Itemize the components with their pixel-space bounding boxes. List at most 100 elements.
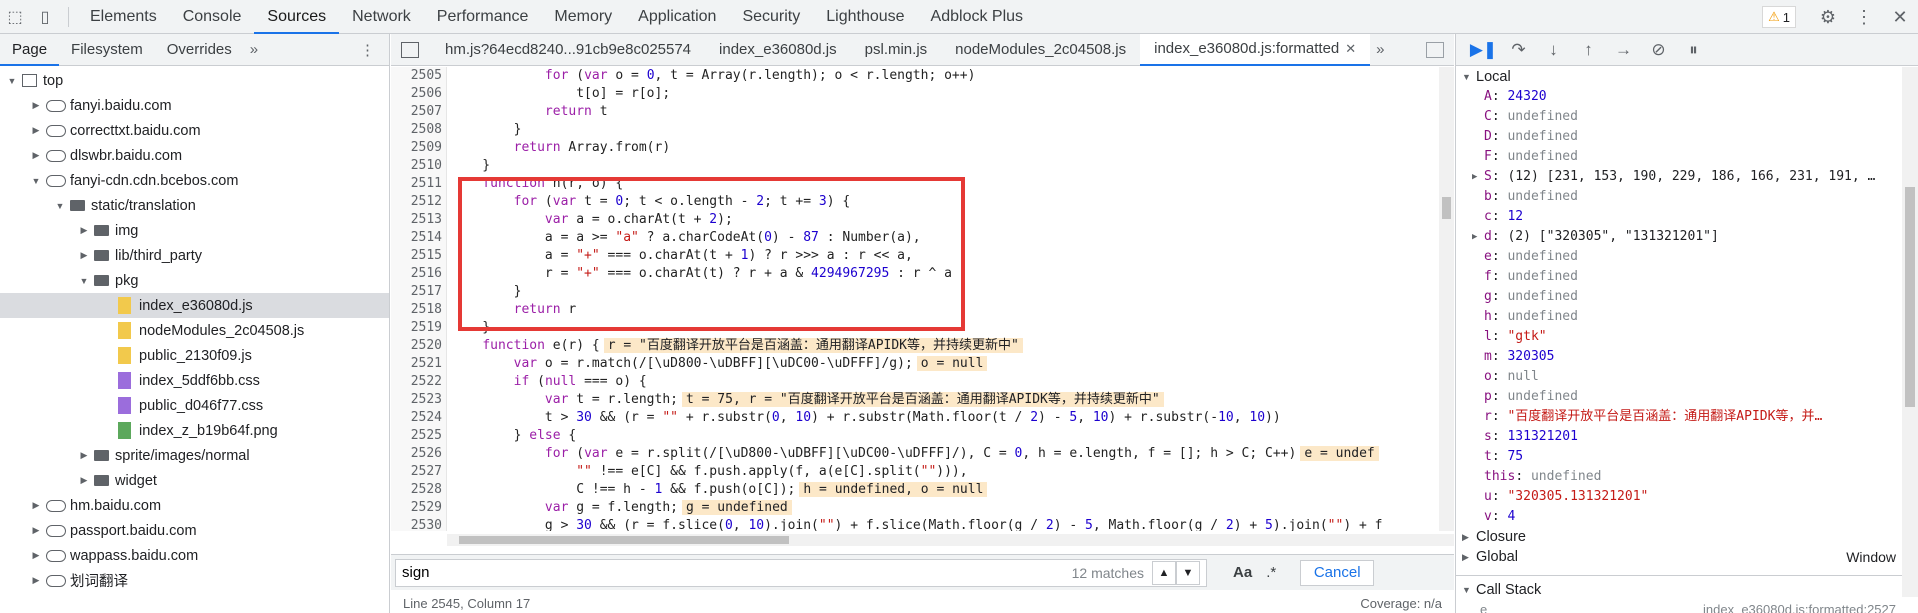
callstack-frame[interactable]: e index_e36080d.js:formatted:2527 [1456,600,1902,613]
line-number[interactable]: 2524 [391,409,446,427]
code-horizontal-scrollbar[interactable] [447,534,1454,546]
collapsed-triangle-icon[interactable]: ▶ [30,100,42,111]
editor-tab[interactable]: index_e36080d.js:formatted ✕ [1140,33,1371,66]
line-number[interactable]: 2528 [391,481,446,499]
line-number[interactable]: 2523 [391,391,446,409]
scope-variable[interactable]: r: "百度翻译开放平台是百涵盖：通用翻译APIDK等，并… [1456,407,1902,427]
step-out-icon[interactable]: ↑ [1571,40,1606,60]
tab-memory[interactable]: Memory [541,0,625,34]
device-toolbar-icon[interactable]: ▯ [30,0,60,34]
scope-variable[interactable]: f: undefined [1456,267,1902,287]
line-number[interactable]: 2511 [391,175,446,193]
line-number[interactable]: 2519 [391,319,446,337]
tab-network[interactable]: Network [339,0,424,34]
scope-variable[interactable]: c: 12 [1456,207,1902,227]
scope-variable[interactable]: F: undefined [1456,147,1902,167]
closure-section-header[interactable]: ▶ Closure [1456,527,1902,547]
editor-tab[interactable]: hm.js?64ecd8240...91cb9e8c025574 [431,34,705,66]
scope-variable[interactable]: ▶ S: (12) [231, 153, 190, 229, 186, 166, … [1456,167,1902,187]
toggle-debugger-icon[interactable] [1426,42,1444,58]
more-tabs-icon[interactable]: » [244,41,264,58]
scope-variable[interactable]: b: undefined [1456,187,1902,207]
tree-item[interactable]: ▶ 划词翻译 [0,568,389,593]
collapsed-triangle-icon[interactable]: ▶ [78,475,90,486]
scope-variable[interactable]: t: 75 [1456,447,1902,467]
code-line[interactable]: g > 30 && (r = f.slice(0, 10).join("") +… [451,517,1441,531]
search-input[interactable] [402,564,1072,581]
editor-tab[interactable]: index_e36080d.js [705,34,851,66]
next-match-button[interactable]: ▼ [1176,560,1200,585]
tab-overrides[interactable]: Overrides [155,34,244,66]
line-number[interactable]: 2508 [391,121,446,139]
code-line[interactable]: if (null === o) { [451,373,1441,391]
tree-item[interactable]: ▶ hm.baidu.com [0,493,389,518]
line-number[interactable]: 2514 [391,229,446,247]
tab-elements[interactable]: Elements [77,0,170,34]
tree-item[interactable]: index_z_b19b64f.png [0,418,389,443]
tab-security[interactable]: Security [729,0,813,34]
line-number[interactable]: 2518 [391,301,446,319]
code-line[interactable]: return t [451,103,1441,121]
line-number[interactable]: 2505 [391,67,446,85]
line-number[interactable]: 2516 [391,265,446,283]
code-line[interactable]: function e(r) {r = "百度翻译开放平台是百涵盖：通用翻译API… [451,337,1441,355]
tree-item[interactable]: ▶ correcttxt.baidu.com [0,118,389,143]
collapsed-triangle-icon[interactable]: ▶ [30,525,42,536]
tab-console[interactable]: Console [170,0,255,34]
code-line[interactable]: "" !== e[C] && f.push.apply(f, a(e[C].sp… [451,463,1441,481]
collapsed-triangle-icon[interactable]: ▶ [1472,167,1477,187]
scrollbar-thumb[interactable] [1442,197,1451,219]
editor-tab[interactable]: psl.min.js [851,34,942,66]
global-section-header[interactable]: ▶ Global Window [1456,547,1902,567]
navigator-menu-icon[interactable]: ⋮ [360,41,375,59]
cancel-search-button[interactable]: Cancel [1300,559,1375,586]
tree-item[interactable]: public_d046f77.css [0,393,389,418]
local-section-header[interactable]: ▼ Local [1456,67,1902,87]
collapsed-triangle-icon[interactable]: ▶ [30,150,42,161]
line-number[interactable]: 2525 [391,427,446,445]
close-devtools-icon[interactable]: ✕ [1882,7,1918,28]
scrollbar-thumb[interactable] [459,536,789,544]
tree-item[interactable]: ▼ static/translation [0,193,389,218]
tree-item[interactable]: ▼ fanyi-cdn.cdn.bcebos.com [0,168,389,193]
scope-variable[interactable]: p: undefined [1456,387,1902,407]
code-line[interactable]: var g = f.length; g = undefined [451,499,1441,517]
line-number[interactable]: 2507 [391,103,446,121]
step-over-icon[interactable]: ↷ [1501,40,1536,60]
regex-button[interactable]: .* [1266,564,1276,581]
expanded-triangle-icon[interactable]: ▼ [54,201,66,211]
scope-variable[interactable]: C: undefined [1456,107,1902,127]
more-options-icon[interactable]: ⋮ [1846,7,1882,28]
tree-item[interactable]: index_e36080d.js [0,293,389,318]
tree-item[interactable]: ▼ pkg [0,268,389,293]
scope-variable[interactable]: h: undefined [1456,307,1902,327]
tree-item[interactable]: ▶ sprite/images/normal [0,443,389,468]
scope-variable[interactable]: m: 320305 [1456,347,1902,367]
scope-variable[interactable]: e: undefined [1456,247,1902,267]
code-line[interactable]: t > 30 && (r = "" + r.substr(0, 10) + r.… [451,409,1441,427]
tab-lighthouse[interactable]: Lighthouse [813,0,917,34]
scope-variable[interactable]: u: "320305.131321201" [1456,487,1902,507]
line-number[interactable]: 2512 [391,193,446,211]
expanded-triangle-icon[interactable]: ▼ [30,176,42,186]
scope-variable[interactable]: v: 4 [1456,507,1902,527]
callstack-section-header[interactable]: ▼ Call Stack [1456,580,1902,600]
collapsed-triangle-icon[interactable]: ▶ [78,450,90,461]
line-number[interactable]: 2520 [391,337,446,355]
line-number[interactable]: 2521 [391,355,446,373]
match-case-button[interactable]: Aa [1233,564,1252,581]
line-number[interactable]: 2513 [391,211,446,229]
scope-variable[interactable]: A: 24320 [1456,87,1902,107]
more-editor-tabs-icon[interactable]: » [1370,41,1390,58]
line-number[interactable]: 2506 [391,85,446,103]
tree-item[interactable]: ▶ passport.baidu.com [0,518,389,543]
scope-variable[interactable]: g: undefined [1456,287,1902,307]
resume-icon[interactable]: ▶❚ [1466,40,1501,60]
expanded-triangle-icon[interactable]: ▼ [78,276,90,286]
scope-variable[interactable]: l: "gtk" [1456,327,1902,347]
collapsed-triangle-icon[interactable]: ▶ [78,250,90,261]
scope-variable[interactable]: this: undefined [1456,467,1902,487]
editor-tab[interactable]: nodeModules_2c04508.js [941,34,1140,66]
line-number[interactable]: 2527 [391,463,446,481]
tab-sources[interactable]: Sources [254,0,340,34]
